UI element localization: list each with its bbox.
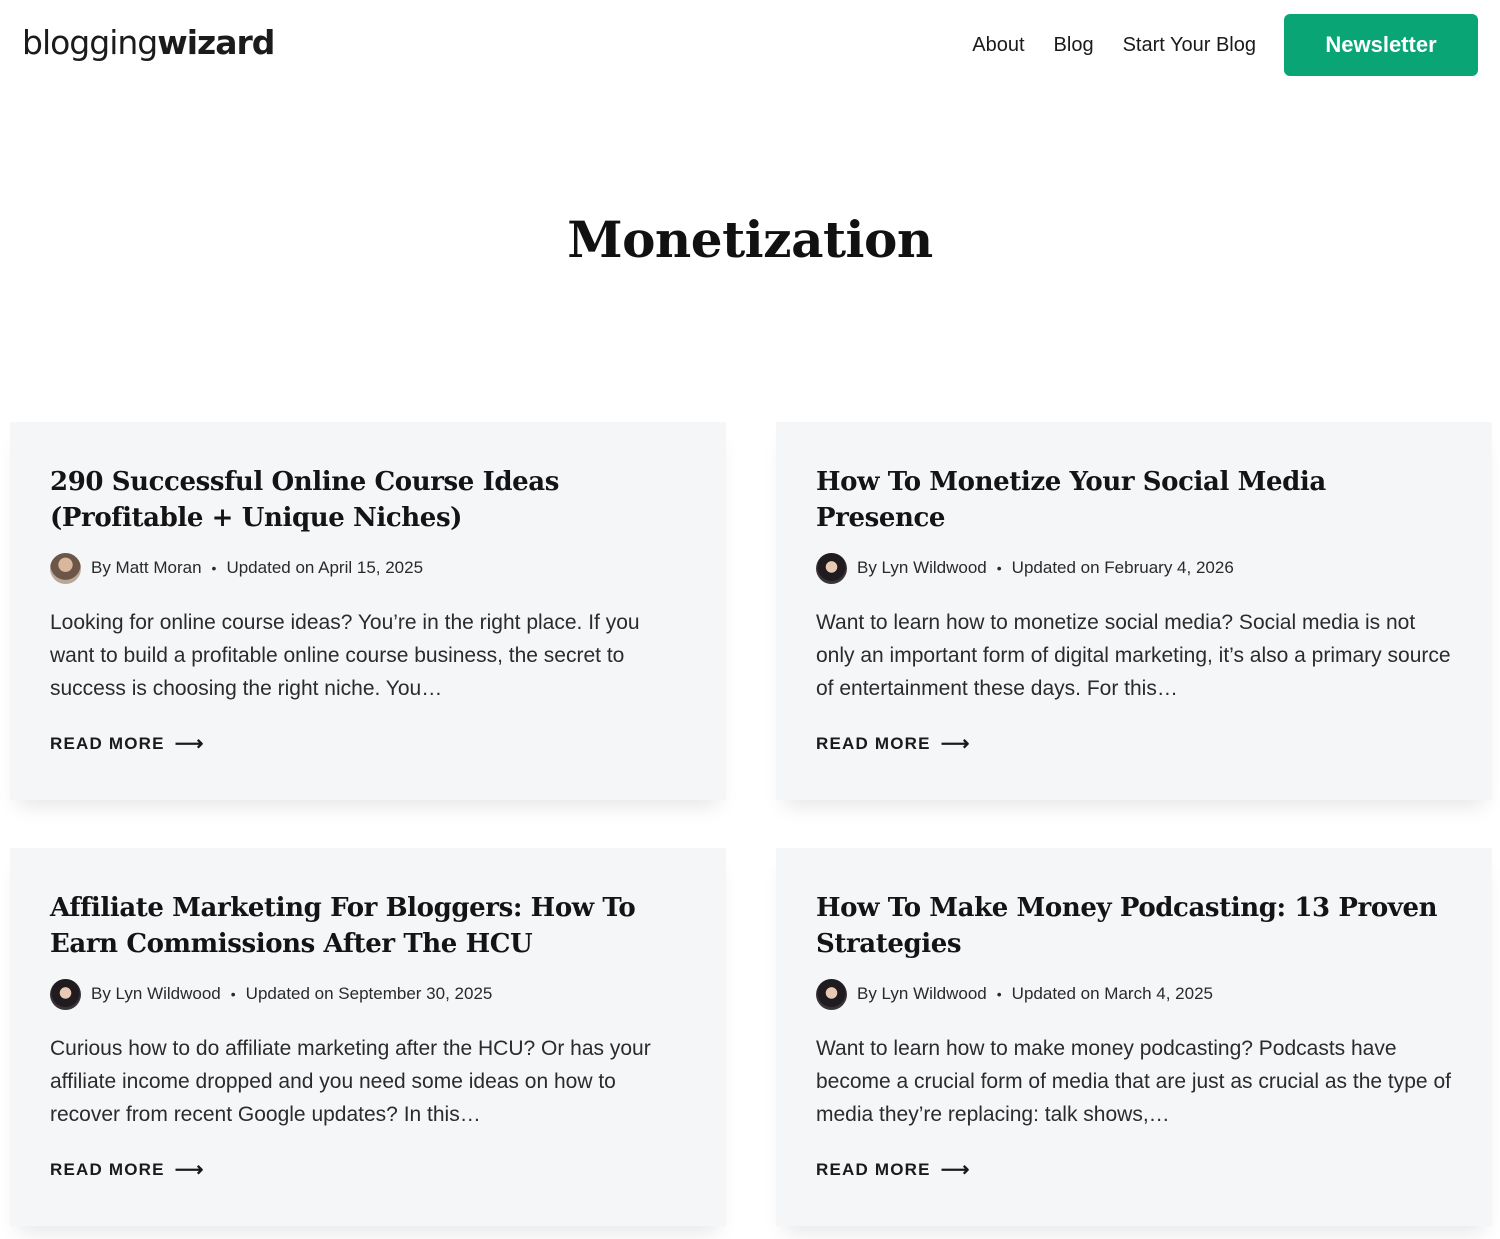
arrow-right-icon: ⟶ xyxy=(940,1159,970,1181)
nav-link-start-your-blog[interactable]: Start Your Blog xyxy=(1123,14,1256,76)
post-author[interactable]: By Lyn Wildwood xyxy=(857,558,987,578)
post-card: How To Make Money Podcasting: 13 Proven … xyxy=(776,848,1492,1226)
site-header: bloggingwizard About Blog Start Your Blo… xyxy=(0,0,1500,92)
author-avatar[interactable] xyxy=(816,552,847,584)
arrow-right-icon: ⟶ xyxy=(174,733,204,755)
nav-link-about[interactable]: About xyxy=(972,14,1024,76)
read-more-label: READ MORE xyxy=(50,1159,165,1179)
author-avatar[interactable] xyxy=(50,978,81,1010)
read-more-label: READ MORE xyxy=(816,1159,931,1179)
post-excerpt: Looking for online course ideas? You’re … xyxy=(50,611,640,700)
post-card: Affiliate Marketing For Bloggers: How To… xyxy=(10,848,726,1226)
post-meta: By Matt Moran • Updated on April 15, 202… xyxy=(50,552,686,584)
post-updated-date: Updated on February 4, 2026 xyxy=(1011,558,1234,577)
post-meta: By Lyn Wildwood • Updated on February 4,… xyxy=(816,552,1452,584)
post-title[interactable]: How To Monetize Your Social Media Presen… xyxy=(816,464,1452,536)
newsletter-button[interactable]: Newsletter xyxy=(1284,14,1478,76)
logo-text-bold: wizard xyxy=(157,23,275,62)
main-nav: About Blog Start Your Blog Newsletter xyxy=(972,14,1478,76)
arrow-right-icon: ⟶ xyxy=(940,733,970,755)
post-card: 290 Successful Online Course Ideas (Prof… xyxy=(10,422,726,800)
post-excerpt: Curious how to do affiliate marketing af… xyxy=(50,1037,651,1126)
read-more-link[interactable]: READ MORE ⟶ xyxy=(50,731,203,756)
post-author[interactable]: By Lyn Wildwood xyxy=(857,984,987,1004)
post-card: How To Monetize Your Social Media Presen… xyxy=(776,422,1492,800)
page-title: Monetization xyxy=(567,210,933,269)
post-author[interactable]: By Matt Moran xyxy=(91,558,202,578)
post-author[interactable]: By Lyn Wildwood xyxy=(91,984,221,1004)
author-avatar[interactable] xyxy=(816,978,847,1010)
post-title[interactable]: How To Make Money Podcasting: 13 Proven … xyxy=(816,890,1452,962)
site-logo[interactable]: bloggingwizard xyxy=(22,22,275,64)
post-meta: By Lyn Wildwood • Updated on March 4, 20… xyxy=(816,978,1452,1010)
read-more-link[interactable]: READ MORE ⟶ xyxy=(816,1157,969,1182)
post-meta: By Lyn Wildwood • Updated on September 3… xyxy=(50,978,686,1010)
read-more-label: READ MORE xyxy=(50,733,165,753)
post-updated-date: Updated on April 15, 2025 xyxy=(226,558,424,577)
logo-text-light: blogging xyxy=(22,23,158,62)
nav-link-blog[interactable]: Blog xyxy=(1054,14,1094,76)
post-updated-date: Updated on March 4, 2025 xyxy=(1011,984,1213,1003)
meta-separator: • xyxy=(996,986,1002,1002)
read-more-link[interactable]: READ MORE ⟶ xyxy=(50,1157,203,1182)
post-excerpt: Want to learn how to make money podcasti… xyxy=(816,1037,1451,1126)
meta-separator: • xyxy=(230,986,236,1002)
author-avatar[interactable] xyxy=(50,552,81,584)
meta-separator: • xyxy=(211,560,217,576)
read-more-link[interactable]: READ MORE ⟶ xyxy=(816,731,969,756)
post-title[interactable]: Affiliate Marketing For Bloggers: How To… xyxy=(50,890,686,962)
meta-separator: • xyxy=(996,560,1002,576)
post-updated-date: Updated on September 30, 2025 xyxy=(245,984,493,1003)
post-title[interactable]: 290 Successful Online Course Ideas (Prof… xyxy=(50,464,686,536)
arrow-right-icon: ⟶ xyxy=(174,1159,204,1181)
read-more-label: READ MORE xyxy=(816,733,931,753)
post-excerpt: Want to learn how to monetize social med… xyxy=(816,611,1451,700)
